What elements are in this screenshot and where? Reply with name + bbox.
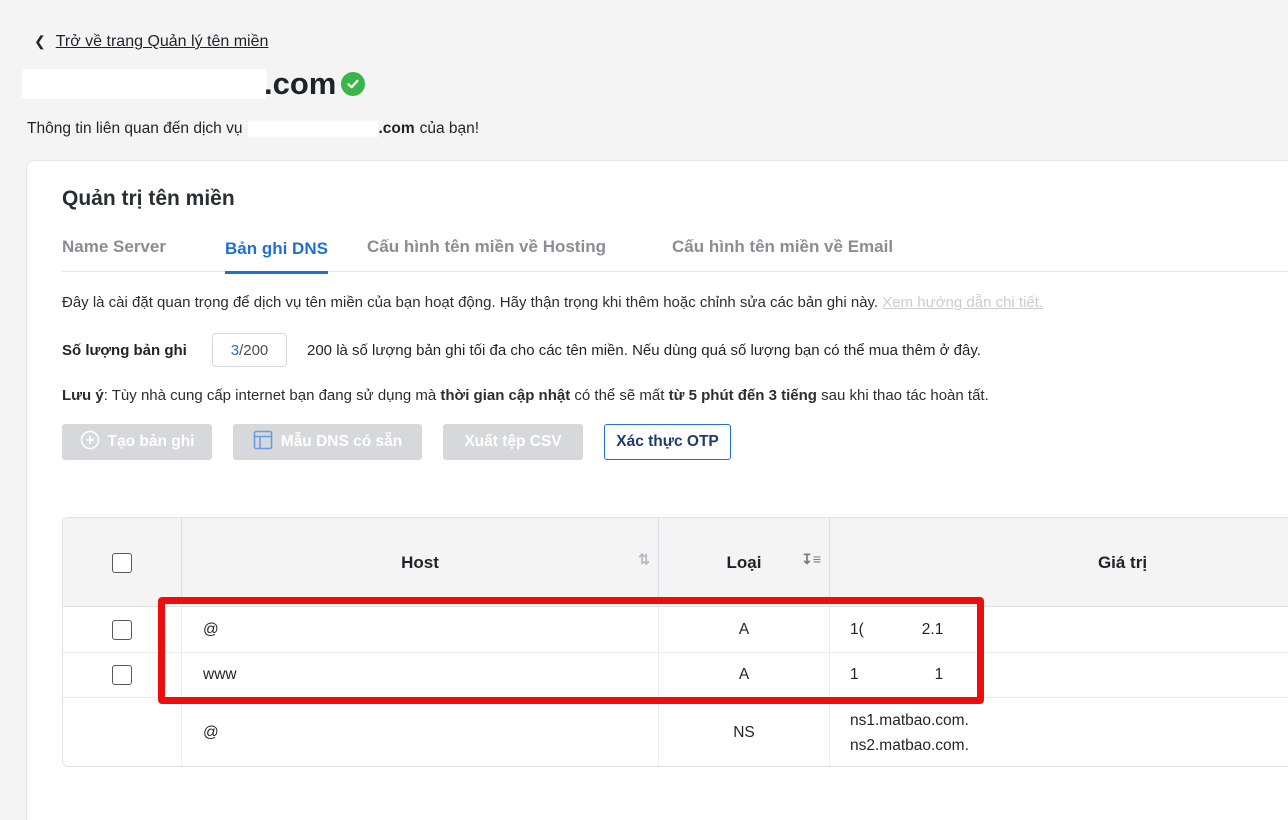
value-end: 2.1 bbox=[921, 620, 944, 638]
update-time-note: Lưu ý: Tùy nhà cung cấp internet bạn đan… bbox=[62, 387, 989, 404]
verified-check-icon bbox=[341, 72, 366, 96]
redacted-ip bbox=[858, 667, 935, 683]
header-host-label: Host bbox=[401, 552, 439, 572]
value-end: 1 bbox=[934, 666, 944, 683]
tab-name-server[interactable]: Name Server bbox=[62, 237, 166, 272]
row-checkbox[interactable] bbox=[112, 619, 132, 640]
host-cell: @ bbox=[182, 607, 659, 652]
create-record-label: Tạo bản ghi bbox=[107, 433, 195, 450]
important-notice: Đây là cài đặt quan trọng để dịch vụ tên… bbox=[62, 294, 1043, 311]
host-cell: www bbox=[182, 653, 659, 697]
table-header: Host ⇅ Loại ↧≡ Giá trị bbox=[63, 518, 1288, 607]
back-link[interactable]: ❮ Trở về trang Quản lý tên miền bbox=[34, 33, 268, 51]
value-start: 1( bbox=[850, 620, 864, 638]
sort-icon[interactable]: ⇅ bbox=[638, 551, 650, 568]
header-type[interactable]: Loại ↧≡ bbox=[659, 518, 830, 607]
value-cell: ns1.matbao.com. ns2.matbao.com. bbox=[830, 698, 1288, 766]
header-type-label: Loại bbox=[726, 552, 762, 572]
row-select-cell bbox=[63, 653, 182, 697]
record-count-box: 3 /200 bbox=[212, 333, 287, 367]
header-select-cell bbox=[63, 518, 182, 607]
chevron-left-icon: ❮ bbox=[34, 32, 46, 49]
domain-admin-card: Quản trị tên miền Name Server Bản ghi DN… bbox=[26, 160, 1288, 820]
select-all-checkbox[interactable] bbox=[112, 552, 132, 573]
type-cell: NS bbox=[659, 698, 830, 766]
redacted-domain bbox=[248, 121, 379, 137]
layout-template-icon bbox=[253, 430, 273, 455]
table-row: @ NS ns1.matbao.com. ns2.matbao.com. bbox=[63, 698, 1288, 766]
subtitle-domain-suffix: .com bbox=[378, 120, 415, 137]
record-count-info: 200 là số lượng bản ghi tối đa cho các t… bbox=[307, 341, 981, 359]
nameserver-1: ns1.matbao.com. bbox=[850, 712, 969, 729]
note-part1: : Tùy nhà cung cấp internet bạn đang sử … bbox=[103, 387, 437, 404]
back-link-label[interactable]: Trở về trang Quản lý tên miền bbox=[56, 33, 269, 51]
card-title: Quản trị tên miền bbox=[62, 187, 235, 210]
note-bold2: từ 5 phút đến 3 tiếng bbox=[668, 387, 817, 404]
value-cell: 1( 2.1 bbox=[830, 607, 1288, 652]
row-select-cell bbox=[63, 607, 182, 652]
type-cell: A bbox=[659, 653, 830, 697]
create-record-button[interactable]: Tạo bản ghi bbox=[62, 424, 212, 460]
type-cell: A bbox=[659, 607, 830, 652]
record-count-row: Số lượng bản ghi 3 /200 200 là số lượng … bbox=[62, 333, 981, 367]
tab-hosting-config[interactable]: Cấu hình tên miền về Hosting bbox=[367, 237, 606, 272]
subtitle-prefix: Thông tin liên quan đến dịch vụ bbox=[27, 120, 243, 137]
row-checkbox[interactable] bbox=[112, 665, 132, 685]
sort-descending-icon[interactable]: ↧≡ bbox=[801, 551, 821, 568]
tab-email-config[interactable]: Cấu hình tên miền về Email bbox=[672, 237, 893, 272]
domain-title: .com bbox=[22, 66, 366, 102]
verify-otp-button[interactable]: Xác thực OTP bbox=[604, 424, 731, 460]
plus-circle-icon bbox=[80, 430, 100, 455]
tab-bar: Name Server Bản ghi DNS Cấu hình tên miề… bbox=[62, 237, 1288, 274]
subtitle-suffix: của bạn! bbox=[419, 120, 480, 137]
dns-template-label: Mẫu DNS có sẵn bbox=[280, 433, 403, 450]
record-count-max: /200 bbox=[239, 341, 269, 359]
note-part3: sau khi thao tác hoàn tất. bbox=[821, 387, 989, 404]
host-cell: @ bbox=[182, 698, 659, 766]
domain-suffix: .com bbox=[264, 66, 337, 101]
table-row: @ A 1( 2.1 bbox=[63, 607, 1288, 653]
redacted-ip bbox=[863, 621, 922, 638]
value-start: 1 bbox=[850, 666, 859, 683]
row-select-cell bbox=[63, 698, 182, 766]
dns-records-table: Host ⇅ Loại ↧≡ Giá trị @ A 1( 2.1 www A … bbox=[62, 517, 1288, 767]
note-label: Lưu ý bbox=[62, 387, 104, 404]
header-value: Giá trị bbox=[830, 518, 1288, 607]
dns-template-button[interactable]: Mẫu DNS có sẵn bbox=[233, 424, 422, 460]
export-csv-button[interactable]: Xuất tệp CSV bbox=[443, 424, 583, 460]
record-count-label: Số lượng bản ghi bbox=[62, 341, 187, 359]
value-cell: 1 1 bbox=[830, 653, 1288, 697]
redacted-domain-name bbox=[22, 69, 267, 99]
header-host[interactable]: Host ⇅ bbox=[182, 518, 659, 607]
note-bold1: thời gian cập nhật bbox=[440, 387, 571, 404]
service-subtitle: Thông tin liên quan đến dịch vụ .com của… bbox=[27, 120, 479, 138]
guide-link[interactable]: Xem hướng dẫn chi tiết. bbox=[882, 294, 1043, 311]
record-count-current: 3 bbox=[230, 341, 240, 359]
nameserver-2: ns2.matbao.com. bbox=[850, 737, 969, 754]
notice-text: Đây là cài đặt quan trọng để dịch vụ tên… bbox=[62, 294, 879, 311]
note-part2: có thể sẽ mất bbox=[574, 387, 665, 404]
table-row: www A 1 1 bbox=[63, 653, 1288, 698]
tab-dns-records[interactable]: Bản ghi DNS bbox=[225, 239, 328, 274]
header-value-label: Giá trị bbox=[1097, 552, 1148, 572]
